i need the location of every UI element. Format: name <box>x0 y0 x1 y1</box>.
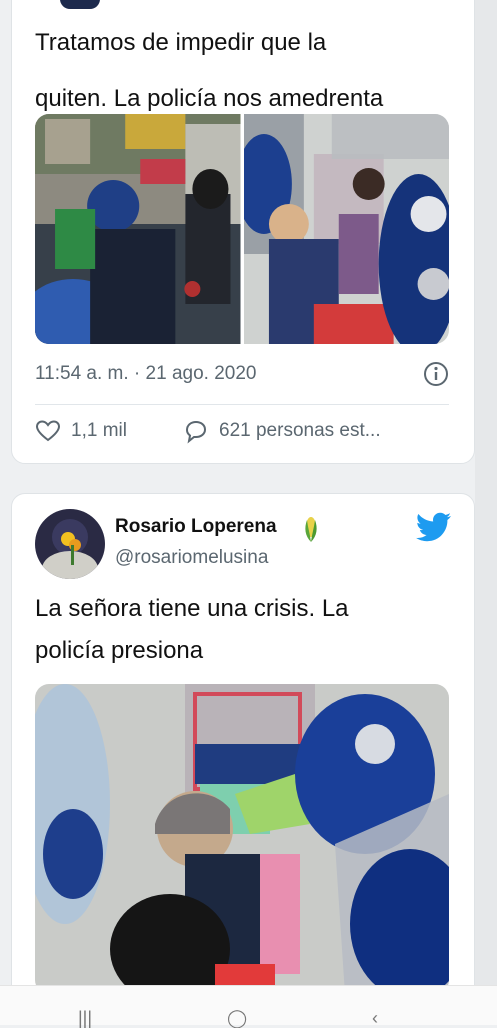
tweet-text-line: Tratamos de impedir que la <box>35 29 327 56</box>
corn-emoji-icon <box>305 517 317 542</box>
reply-button[interactable]: 621 personas est... <box>183 416 381 446</box>
like-count: 1,1 mil <box>71 420 127 441</box>
avatar[interactable] <box>60 0 100 9</box>
tweet-photo[interactable] <box>243 114 449 344</box>
police-street-photo <box>35 114 241 344</box>
tweet-photo[interactable] <box>35 114 241 344</box>
tweet-card[interactable]: Rosario Loperena @rosariomelusina La señ… <box>11 493 475 1015</box>
tweet-meta: 11:54 a. m. · 21 ago. 2020 <box>35 359 449 389</box>
system-navigation-bar: ||| ◯ ‹ <box>0 985 497 1027</box>
speech-bubble-icon <box>185 420 207 444</box>
tweet-media-grid[interactable] <box>35 114 449 344</box>
tweet-card[interactable]: Tratamos de impedir que la quiten. La po… <box>11 0 475 464</box>
avatar[interactable] <box>35 509 105 579</box>
recent-apps-icon[interactable]: ||| <box>78 1009 92 1027</box>
avatar-image <box>35 509 105 579</box>
info-icon[interactable] <box>423 361 449 387</box>
home-icon[interactable]: ◯ <box>227 1009 247 1027</box>
author-name[interactable]: Rosario Loperena <box>115 516 277 538</box>
twitter-bird-icon[interactable] <box>416 512 452 542</box>
author-handle[interactable]: @rosariomelusina <box>115 547 268 569</box>
tweet-timestamp[interactable]: 11:54 a. m. · 21 ago. 2020 <box>35 363 256 384</box>
screen-edge-strip <box>475 0 497 1024</box>
tweet-photo[interactable] <box>35 684 449 994</box>
woman-crisis-photo <box>243 114 449 344</box>
divider <box>35 404 449 405</box>
back-icon[interactable]: ‹ <box>372 1009 378 1027</box>
heart-icon <box>35 420 61 442</box>
tweet-text-line: quiten. La policía nos amedrenta <box>35 85 384 112</box>
like-button[interactable]: 1,1 mil <box>35 416 127 446</box>
woman-crisis-photo <box>35 684 449 994</box>
tweet-text-line: La señora tiene una crisis. La <box>35 595 349 622</box>
tweet-actions: 1,1 mil 621 personas est... <box>35 416 449 446</box>
reply-count: 621 personas est... <box>219 420 381 441</box>
tweet-text-line: policía presiona <box>35 637 204 664</box>
